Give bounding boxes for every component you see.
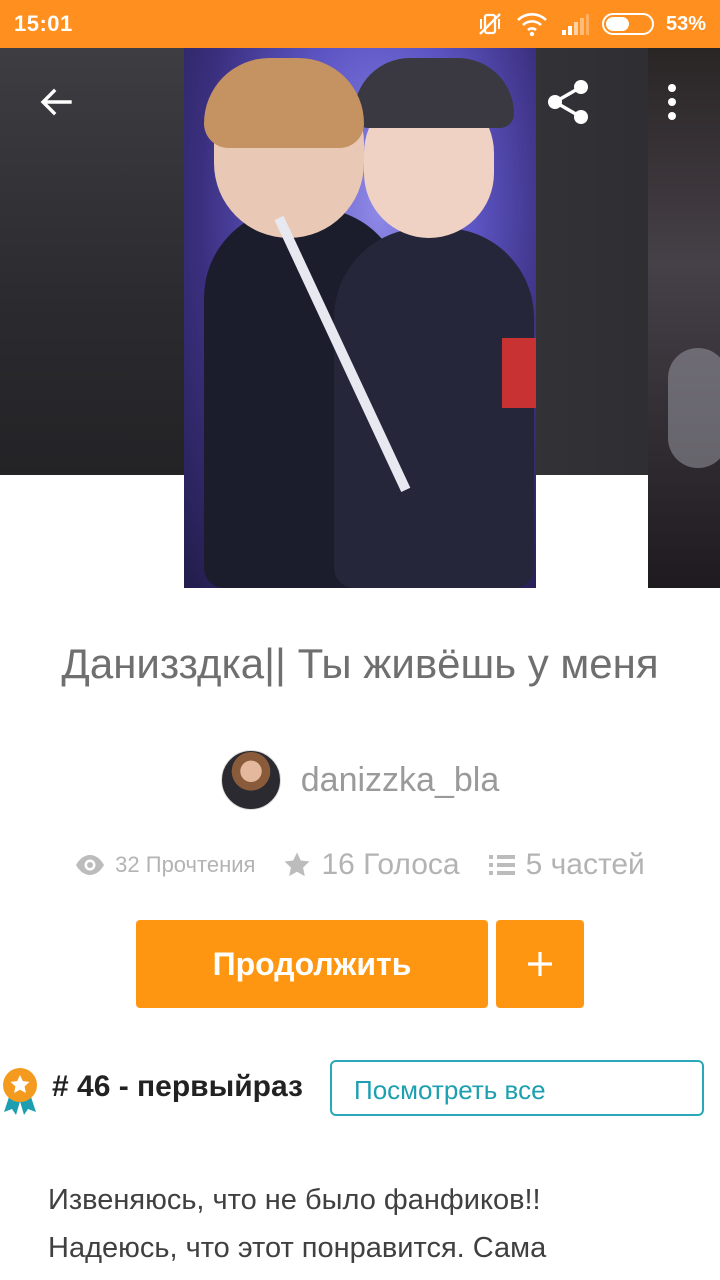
battery-fill [605, 17, 630, 31]
plus-icon [528, 952, 552, 976]
reads-count: 32 Прочтения [115, 852, 256, 877]
votes-count: 16 Голоса [321, 848, 460, 881]
more-button[interactable] [642, 72, 702, 132]
star-icon [284, 852, 310, 877]
stat-parts: 5 частей [488, 848, 645, 882]
author-row[interactable]: danizzka_bla [0, 750, 720, 810]
cover-image[interactable] [184, 48, 536, 588]
share-icon [548, 80, 588, 124]
list-icon [488, 855, 515, 875]
description-line: Извеняюсь, что не было фанфиков!! [48, 1184, 541, 1216]
signal-icon [560, 12, 590, 36]
ranking-text: # 46 - первыйраз [52, 1070, 303, 1103]
battery-percent: 53% [665, 12, 706, 35]
cover-carousel[interactable] [0, 48, 720, 588]
stat-votes: 16 Голоса [283, 848, 460, 882]
battery-icon [601, 13, 654, 35]
author-name[interactable]: danizzka_bla [301, 761, 499, 800]
status-time: 15:01 [14, 11, 73, 36]
status-icons: 53% [476, 10, 706, 38]
avatar[interactable] [220, 750, 281, 810]
description-line: Надеюсь, что этот понравится. Сама [48, 1232, 547, 1264]
story-title: Данизздка|| Ты живёшь у меня [61, 640, 659, 687]
stat-reads: 32 Прочтения [75, 852, 255, 878]
add-to-library-button[interactable] [496, 920, 584, 1008]
back-button[interactable] [26, 72, 86, 132]
wifi-icon [516, 11, 548, 37]
status-bar: 15:01 53% [0, 0, 720, 48]
arrow-left-icon [40, 88, 72, 116]
ranking-badge-icon [0, 1066, 40, 1116]
continue-reading-button[interactable]: Продолжить [136, 920, 488, 1008]
parts-count: 5 частей [525, 848, 645, 881]
vibrate-off-icon [476, 10, 504, 38]
eye-icon [76, 855, 105, 875]
more-vertical-icon [668, 84, 676, 120]
story-description: Извеняюсь, что не было фанфиков!! Надеюс… [48, 1176, 688, 1272]
view-all-button[interactable]: Посмотреть все [330, 1060, 704, 1116]
ranking-row: # 46 - первыйраз Посмотреть все [0, 1060, 720, 1120]
story-stats: 32 Прочтения 16 Голоса 5 частей [0, 848, 720, 882]
share-button[interactable] [538, 72, 598, 132]
